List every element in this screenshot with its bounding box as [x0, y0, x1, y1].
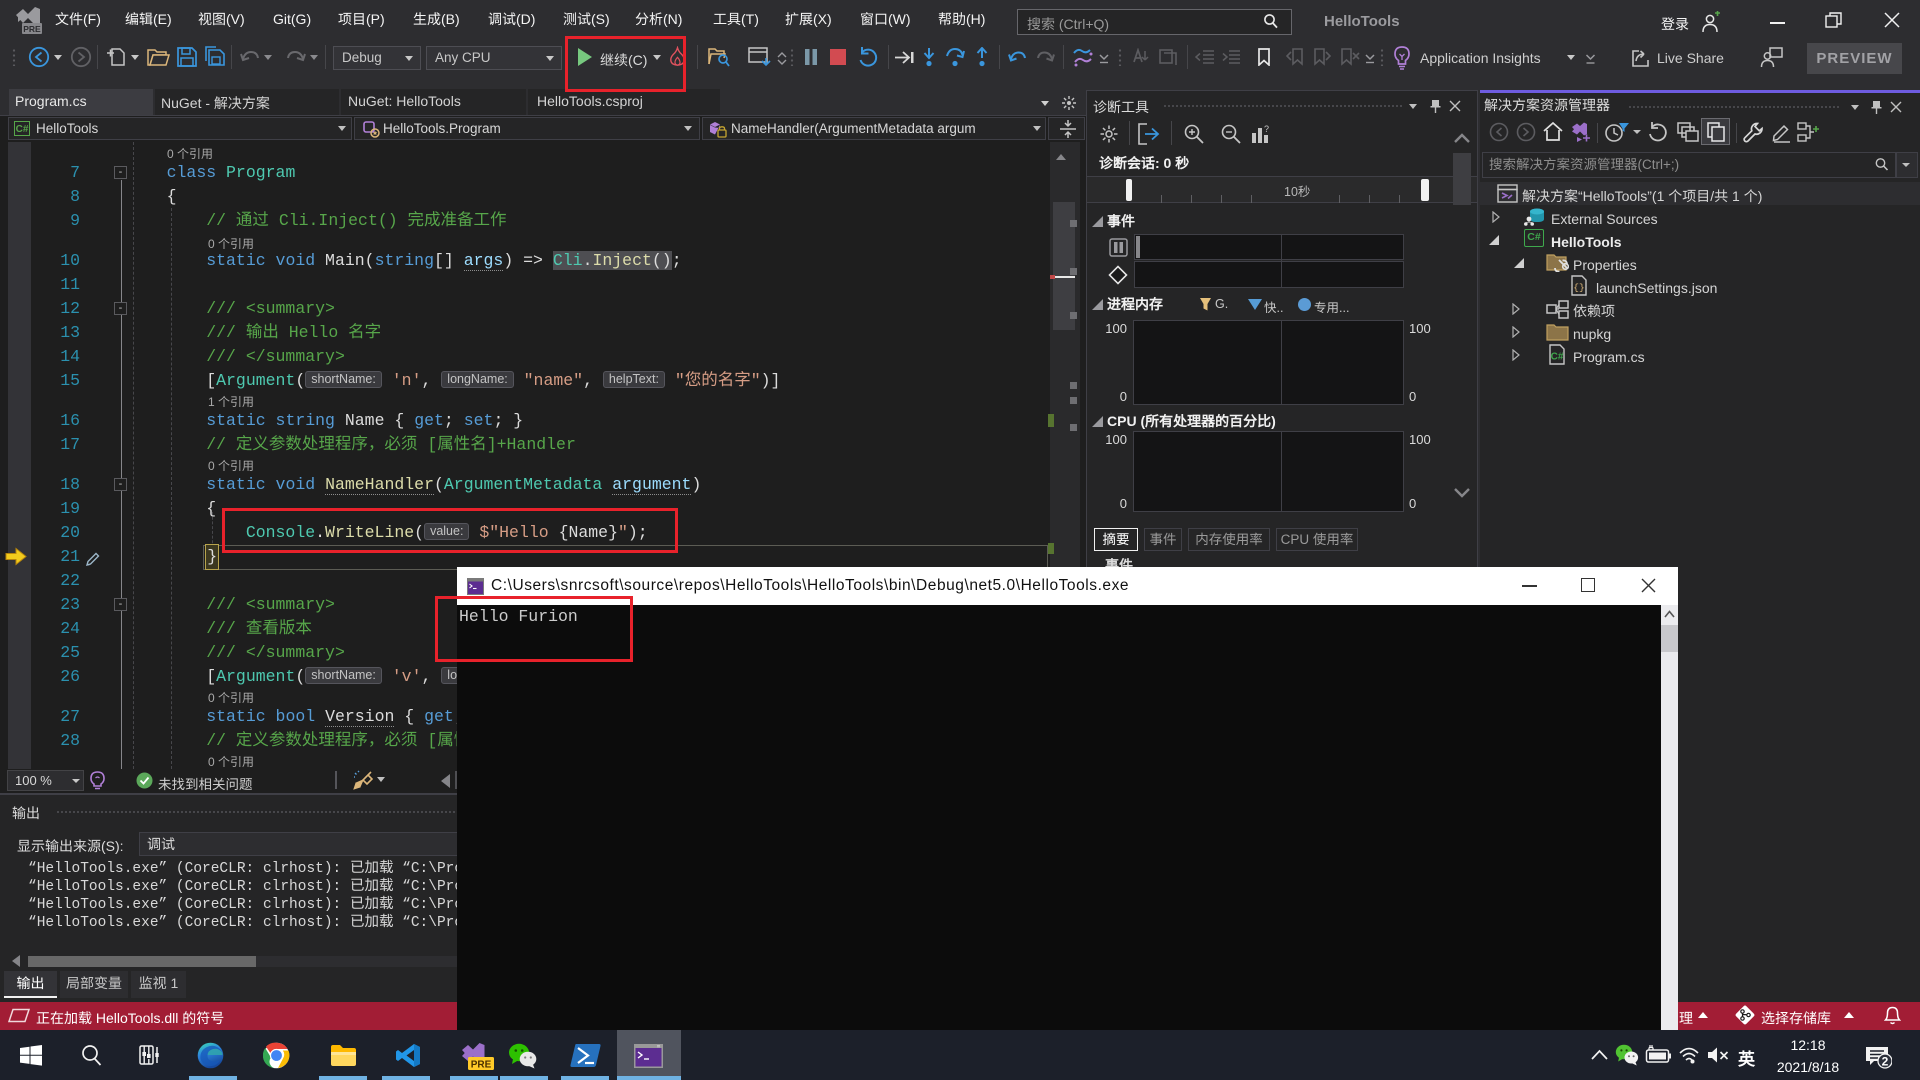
svg-text:C#: C# [1551, 352, 1564, 363]
svg-text:PRE: PRE [471, 1060, 492, 1071]
svg-text:{}: {} [1573, 282, 1584, 293]
svg-text:PRE: PRE [23, 24, 41, 34]
svg-text:2: 2 [1882, 1055, 1889, 1069]
svg-text:?: ? [1264, 124, 1269, 134]
